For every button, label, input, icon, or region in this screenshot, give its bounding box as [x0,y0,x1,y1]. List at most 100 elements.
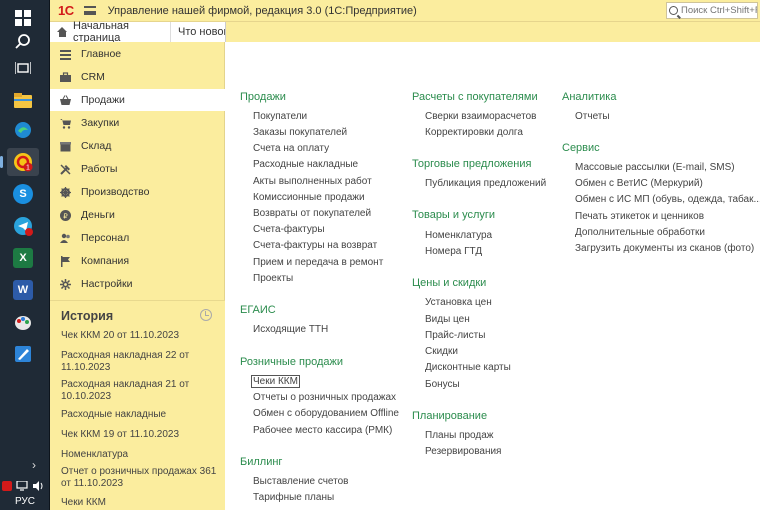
tab-whats-new-label: Что нового [178,26,225,38]
link-customer-returns[interactable]: Возвраты от покупателей [253,208,371,219]
link-invoices[interactable]: Счета на оплату [253,143,329,154]
sidebar-item-settings[interactable]: Настройки [50,273,225,295]
history-item[interactable]: Чеки ККМ [61,497,221,509]
link-label-printing[interactable]: Печать этикеток и ценников [575,211,704,222]
1c-app-icon[interactable]: 1 [0,148,39,176]
app-title: Управление нашей фирмой, редакция 3.0 (1… [107,4,417,17]
link-repair[interactable]: Прием и передача в ремонт [253,257,383,268]
section-title-settlements: Расчеты с покупателями [412,91,538,103]
link-customers[interactable]: Покупатели [253,111,307,122]
tab-whats-new[interactable]: Что нового [171,22,226,42]
tools-icon [60,163,71,175]
app-header: 1С Управление нашей фирмой, редакция 3.0… [50,0,760,22]
link-commission-sales[interactable]: Комиссионные продажи [253,192,365,203]
link-discount-cards[interactable]: Дисконтные карты [425,362,511,373]
history-item[interactable]: Номенклатура [61,449,221,461]
section-title-analytics: Аналитика [562,91,617,103]
link-gtd-numbers[interactable]: Номера ГТД [425,246,482,257]
history-item[interactable]: Расходная накладная 21 от 10.10.2023 [61,379,221,403]
sidebar-item-staff[interactable]: Персонал [50,227,225,249]
link-kkm-receipts[interactable]: Чеки ККМ [251,375,300,388]
search-icon[interactable] [7,27,39,55]
basket-icon [60,94,71,105]
telegram-icon[interactable] [7,212,39,240]
link-mass-mailing[interactable]: Массовые рассылки (E-mail, SMS) [575,162,735,173]
link-tariff-plans[interactable]: Тарифные планы [253,492,334,503]
link-acts[interactable]: Акты выполненных работ [253,176,372,187]
tabs-bar: Начальная страница Что нового [50,20,760,44]
search-input[interactable] [681,5,757,16]
link-offer-publication[interactable]: Публикация предложений [425,178,546,189]
section-title-offers: Торговые предложения [412,158,532,170]
task-view-icon[interactable] [7,54,39,82]
link-vetis-exchange[interactable]: Обмен с ВетИС (Меркурий) [575,178,703,189]
link-sales-waybills[interactable]: Расходные накладные [253,159,358,170]
link-return-tax-invoices[interactable]: Счета-фактуры на возврат [253,240,377,251]
sidebar-item-warehouse[interactable]: Склад [50,135,225,157]
history-item[interactable]: Расходные накладные [61,409,221,421]
history-panel: История Чек ККМ 20 от 11.10.2023 Расходн… [50,300,225,510]
sidebar-item-company[interactable]: Компания [50,250,225,272]
link-offline-exchange[interactable]: Обмен с оборудованием Offline [253,408,399,419]
sidebar-item-production[interactable]: Производство [50,181,225,203]
windows-taskbar: 1 S X W › РУС [0,0,50,510]
sidebar-item-sales[interactable]: Продажи [50,89,225,111]
file-explorer-icon[interactable] [7,86,39,114]
section-title-service: Сервис [562,142,600,154]
word-icon[interactable]: W [7,276,39,304]
sidebar-item-label: Склад [81,140,112,152]
sidebar-item-label: Компания [81,255,130,267]
link-outgoing-ttn[interactable]: Исходящие ТТН [253,324,328,335]
link-projects[interactable]: Проекты [253,273,293,284]
sidebar-item-purchases[interactable]: Закупки [50,112,225,134]
link-set-prices[interactable]: Установка цен [425,297,492,308]
section-title-planning: Планирование [412,410,488,422]
link-price-types[interactable]: Виды цен [425,314,470,325]
link-reconciliations[interactable]: Сверки взаиморасчетов [425,111,536,122]
section-title-billing: Биллинг [240,456,283,468]
link-discounts[interactable]: Скидки [425,346,458,357]
tab-home[interactable]: Начальная страница [50,20,171,44]
excel-icon[interactable]: X [7,244,39,272]
link-reports[interactable]: Отчеты [575,111,610,122]
history-clock-icon[interactable] [200,309,212,321]
history-item[interactable]: Расходная накладная 22 от 11.10.2023 [61,350,221,374]
sidebar-item-main[interactable]: Главное [50,43,225,65]
edge-browser-icon[interactable] [7,116,39,144]
history-item[interactable]: Чек ККМ 20 от 11.10.2023 [61,330,221,342]
link-tax-invoices[interactable]: Счета-фактуры [253,224,325,235]
sidebar-item-crm[interactable]: CRM [50,66,225,88]
link-ismp-exchange[interactable]: Обмен с ИС МП (обувь, одежда, табак...) [575,194,760,205]
sidebar-item-label: Работы [81,163,118,175]
sidebar-item-money[interactable]: ₽ Деньги [50,204,225,226]
link-debt-adjustments[interactable]: Корректировки долга [425,127,523,138]
menu-icon[interactable] [83,6,96,15]
briefcase-icon [60,71,71,82]
link-reservations[interactable]: Резервирования [425,446,501,457]
link-sales-plans[interactable]: Планы продаж [425,430,493,441]
link-bonuses[interactable]: Бонусы [425,379,460,390]
search-box[interactable] [666,2,758,19]
sidebar-item-works[interactable]: Работы [50,158,225,180]
paint-icon[interactable] [7,308,39,336]
link-load-scans[interactable]: Загрузить документы из сканов (фото) [575,243,754,254]
link-customer-orders[interactable]: Заказы покупателей [253,127,347,138]
language-indicator[interactable]: РУС [0,496,50,507]
link-price-lists[interactable]: Прайс-листы [425,330,485,341]
draw-app-icon[interactable] [7,340,39,368]
history-item[interactable]: Отчет о розничных продажах 361 от 11.10.… [61,466,221,490]
skype-icon[interactable]: S [7,180,39,208]
history-item[interactable]: Чек ККМ 19 от 11.10.2023 [61,429,221,441]
chevron-right-icon[interactable]: › [32,458,36,472]
coin-icon: ₽ [60,209,71,221]
link-billing-invoices[interactable]: Выставление счетов [253,476,348,487]
link-retail-reports[interactable]: Отчеты о розничных продажах [253,392,396,403]
sidebar-item-label: Закупки [81,117,120,129]
link-additional-processing[interactable]: Дополнительные обработки [575,227,705,238]
link-nomenclature[interactable]: Номенклатура [425,230,492,241]
sidebar-item-label: Производство [81,186,150,198]
people-icon [60,233,70,243]
1c-logo: 1С [58,3,74,18]
list-icon [60,49,71,60]
link-cashier-workplace[interactable]: Рабочее место кассира (РМК) [253,425,392,436]
